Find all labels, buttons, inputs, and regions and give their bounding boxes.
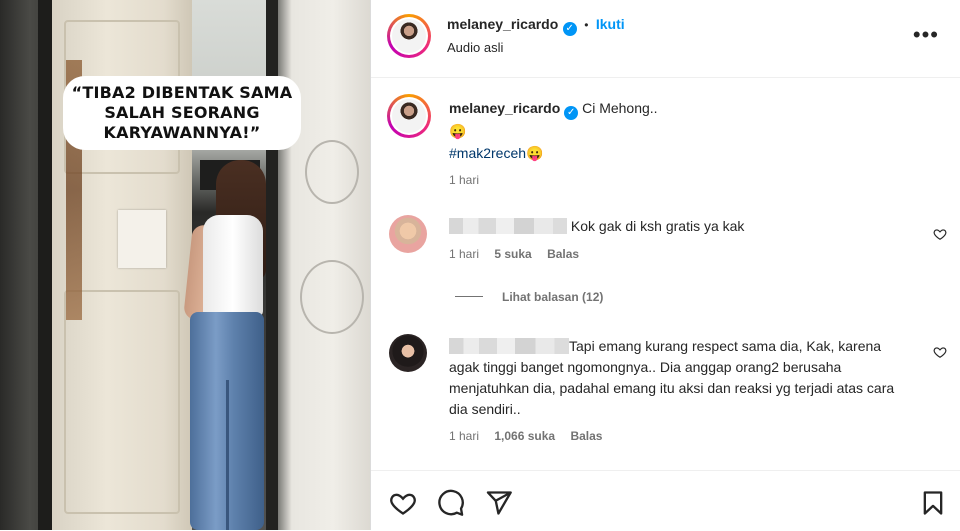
- caption-avatar[interactable]: [387, 94, 431, 138]
- verified-icon: ✓: [564, 106, 579, 120]
- jeans-seam: [226, 380, 229, 530]
- hashtag-emoji: 😛: [526, 145, 544, 161]
- more-options-icon[interactable]: •••: [913, 22, 939, 48]
- comment-likes[interactable]: 5 suka: [494, 247, 531, 261]
- verified-icon: ✓: [562, 22, 577, 36]
- blurred-username[interactable]: [449, 218, 567, 234]
- replies-divider: [455, 296, 483, 297]
- comment-icon[interactable]: [437, 489, 465, 517]
- door-ornament-top: [305, 140, 359, 204]
- reply-button[interactable]: Balas: [547, 247, 579, 261]
- author-avatar[interactable]: [387, 14, 431, 58]
- post-caption: melaney_ricardo ✓ Ci Mehong.. 😛 #mak2rec…: [449, 98, 929, 187]
- video-caption: “TIBA2 DIBENTAK SAMA SALAH SEORANG KARYA…: [63, 76, 301, 150]
- comment-time[interactable]: 1 hari: [449, 247, 479, 261]
- action-bar: [371, 470, 960, 531]
- comment-text: Kok gak di ksh gratis ya kak: [570, 218, 745, 234]
- comment-like-icon[interactable]: [933, 345, 947, 359]
- audio-label[interactable]: Audio asli: [447, 40, 503, 55]
- comment-time[interactable]: 1 hari: [449, 429, 479, 443]
- hashtag-link[interactable]: #mak2receh: [449, 145, 526, 161]
- comment-avatar[interactable]: [389, 215, 427, 253]
- follow-button[interactable]: Ikuti: [596, 16, 625, 32]
- post-panel: melaney_ricardo ✓ • Ikuti Audio asli •••…: [370, 0, 960, 530]
- door-ornament: [300, 260, 364, 334]
- door-frame: [38, 0, 52, 530]
- share-icon[interactable]: [485, 489, 513, 517]
- author-username[interactable]: melaney_ricardo: [447, 16, 558, 32]
- blurred-username[interactable]: [449, 338, 569, 354]
- comment-like-icon[interactable]: [933, 227, 947, 241]
- person-shirt: [203, 215, 263, 317]
- comment-likes[interactable]: 1,066 suka: [494, 429, 555, 443]
- door-panel-bottom: [64, 290, 180, 514]
- post-media[interactable]: “TIBA2 DIBENTAK SAMA SALAH SEORANG KARYA…: [0, 0, 370, 530]
- paper-note: [118, 210, 166, 268]
- comment-item: Kok gak di ksh gratis ya kak 1 hari 5 su…: [449, 216, 919, 261]
- post-header: melaney_ricardo ✓ • Ikuti Audio asli •••: [371, 0, 960, 78]
- separator-dot: •: [584, 18, 589, 32]
- view-replies-button[interactable]: Lihat balasan (12): [502, 290, 603, 304]
- like-icon[interactable]: [389, 489, 417, 517]
- caption-time[interactable]: 1 hari: [449, 173, 929, 187]
- header-meta: melaney_ricardo ✓ • Ikuti: [447, 16, 625, 36]
- comment-avatar[interactable]: [389, 334, 427, 372]
- caption-username[interactable]: melaney_ricardo: [449, 100, 560, 116]
- reply-button[interactable]: Balas: [570, 429, 602, 443]
- save-icon[interactable]: [919, 489, 947, 517]
- caption-emoji: 😛: [449, 123, 467, 139]
- caption-text: Ci Mehong..: [582, 100, 658, 116]
- comment-item: Tapi emang kurang respect sama dia, Kak,…: [449, 336, 909, 443]
